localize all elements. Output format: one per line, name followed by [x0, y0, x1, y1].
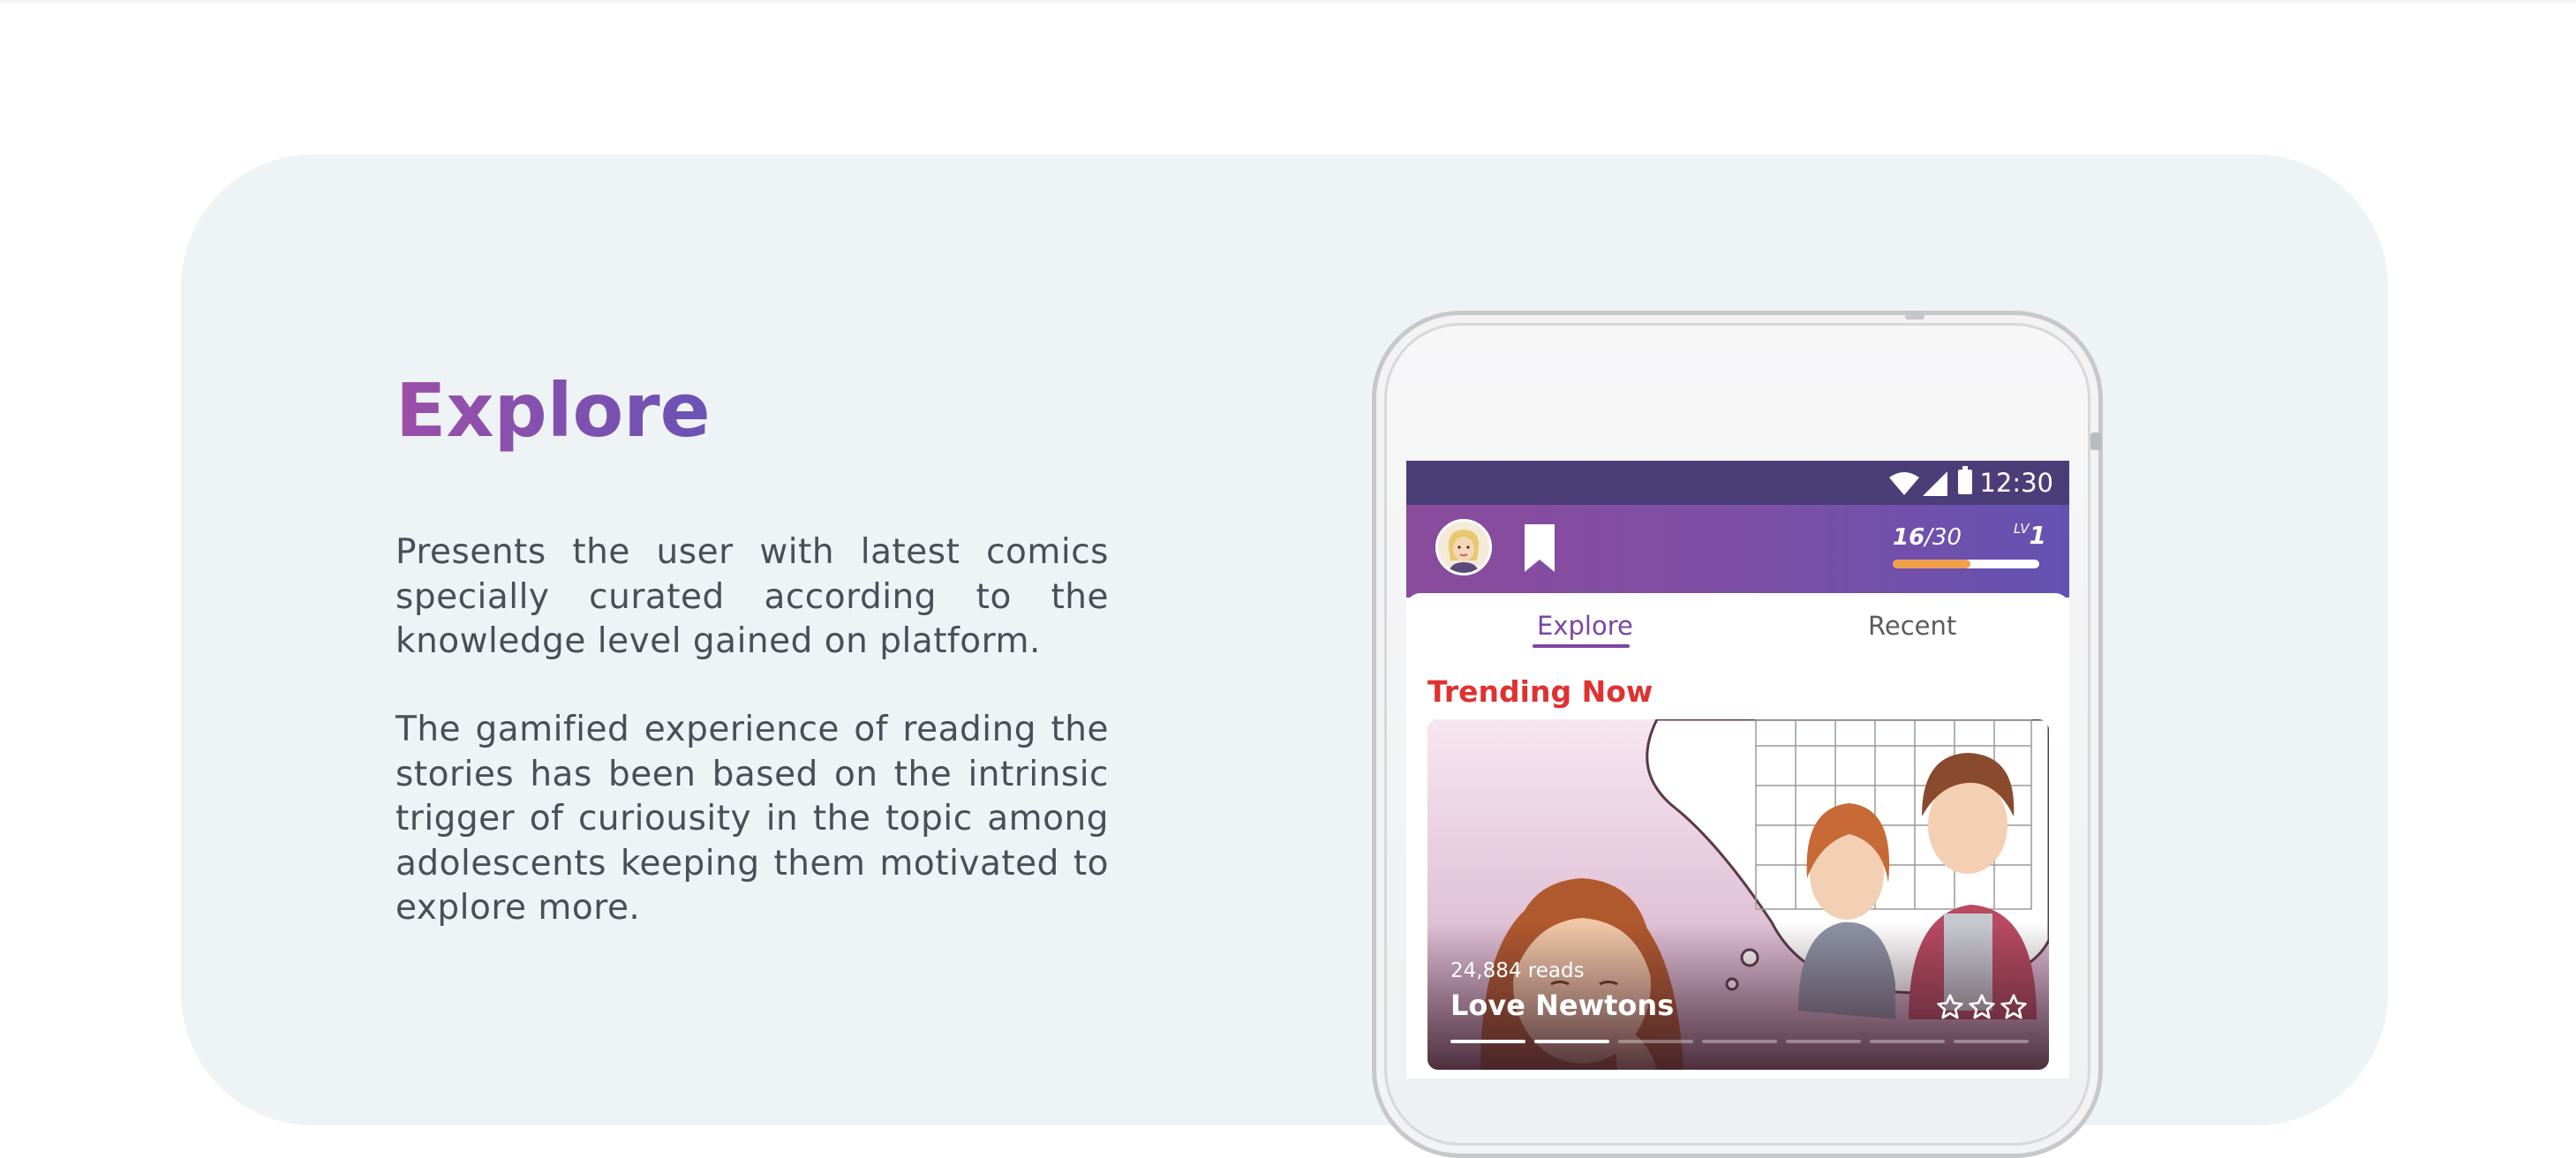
top-divider [0, 0, 2576, 3]
carousel-dot[interactable] [1954, 1040, 2029, 1043]
level-indicator: LV1 [2014, 521, 2046, 550]
read-count: 24,884 reads [1450, 959, 1585, 982]
star-icon [1937, 994, 1963, 1019]
section-title: Explore [395, 367, 711, 454]
trending-heading: Trending Now [1427, 674, 1653, 709]
status-bar: 12:30 [1406, 461, 2069, 505]
star-icon [1969, 994, 1995, 1019]
carousel-dot[interactable] [1702, 1040, 1777, 1043]
carousel-dot[interactable] [1450, 1040, 1525, 1043]
level-value: 1 [2029, 521, 2047, 550]
battery-icon [1958, 466, 1972, 494]
xp-progress-bar [1893, 560, 2039, 568]
xp-total: /30 [1924, 524, 1962, 551]
wifi-icon [1889, 472, 1919, 495]
bookmark-icon[interactable] [1523, 523, 1556, 574]
app-bar: 16/30 LV1 [1406, 505, 2069, 598]
carousel-dot[interactable] [1870, 1040, 1945, 1043]
status-time: 12:30 [1979, 468, 2053, 498]
carousel-dot[interactable] [1534, 1040, 1609, 1043]
level-label: LV [2014, 521, 2030, 537]
phone-sensor [1905, 311, 1924, 320]
description-paragraph-1: Presents the user with latest comics spe… [395, 532, 1109, 661]
description-paragraph-2: The gamified experience of reading the s… [395, 710, 1109, 928]
featured-comic-card[interactable]: 24,884 reads Love Newtons [1427, 719, 2049, 1070]
tab-recent[interactable]: Recent [1868, 611, 1956, 641]
active-tab-indicator [1533, 644, 1630, 648]
tab-explore[interactable]: Explore [1537, 611, 1633, 641]
explore-content: Explore Recent Trending Now 24,884 reads… [1406, 593, 2069, 1079]
xp-current: 16 [1893, 524, 1925, 551]
xp-progress-fill [1893, 560, 1970, 568]
carousel-indicator [1450, 1040, 2029, 1043]
carousel-dot[interactable] [1786, 1040, 1861, 1043]
comic-title: Love Newtons [1450, 989, 1675, 1022]
rating-stars [1936, 993, 2028, 1021]
star-icon [2000, 994, 2027, 1019]
phone-side-button [2090, 432, 2101, 450]
avatar-icon[interactable] [1435, 519, 1492, 575]
phone-screen: 12:30 16/30 LV1 Explore Recent Trending [1406, 461, 2069, 1079]
carousel-dot[interactable] [1618, 1040, 1693, 1043]
signal-icon [1923, 471, 1947, 496]
xp-counter: 16/30 [1893, 524, 1962, 551]
